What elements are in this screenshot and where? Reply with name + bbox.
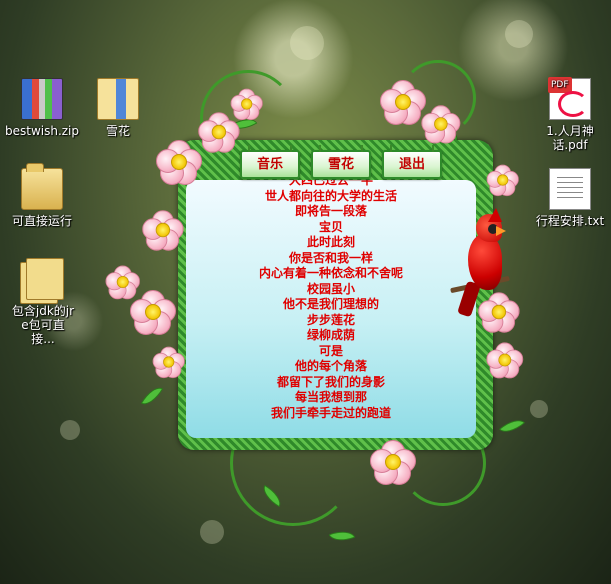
- background-light: [530, 400, 548, 418]
- pdf-file-icon: [548, 77, 591, 120]
- snow-button[interactable]: 雪花: [311, 145, 371, 179]
- pink-flower: [486, 164, 519, 197]
- zip-archive-icon: [21, 78, 63, 120]
- pink-flower: [421, 105, 461, 144]
- poem-line: 我们手牵手走过的跑道: [270, 405, 391, 420]
- poem-line: 世人都向往的大学的生活: [264, 188, 397, 203]
- exit-button[interactable]: 退出: [382, 145, 442, 179]
- background-light: [290, 26, 324, 60]
- desktop-icon-jdk-folder[interactable]: 包含jdk的jre包可直接...: [0, 258, 86, 346]
- poem-line: 此时此刻: [306, 235, 355, 249]
- desktop-icon-label: 行程安排.txt: [535, 214, 605, 228]
- pink-flower: [380, 80, 426, 125]
- desktop-icon-label: bestwish.zip: [4, 124, 80, 138]
- poem-line: 绿柳成荫: [306, 328, 355, 342]
- leaf-decoration: [498, 413, 526, 439]
- pink-flower: [105, 265, 140, 300]
- pink-flower: [142, 210, 184, 251]
- folder-icon: [21, 163, 63, 210]
- desktop-icon-label: 1.人月神话.pdf: [546, 124, 594, 152]
- desktop-icon-bestwish-zip[interactable]: bestwish.zip: [0, 78, 84, 138]
- poem-line: 宝贝: [318, 219, 343, 234]
- desktop-icon-pdf[interactable]: 1.人月神话.pdf: [528, 77, 611, 152]
- poem-line: 都留下了我们的身影: [276, 374, 385, 389]
- leaf-decoration: [328, 526, 356, 546]
- pink-flower: [156, 140, 202, 185]
- poem-line: 内心有着一种依念和不舍呢: [258, 266, 403, 280]
- poem-line: 你是否和我一样: [288, 250, 373, 265]
- folder-icon: [97, 78, 139, 120]
- poem-line: 步步莲花: [306, 312, 355, 327]
- poem-text: 大四已过去一半 世人都向往的大学的生活 即将告一段落 宝贝 此时此刻 你是否和我…: [186, 180, 476, 421]
- desktop-icon-txt[interactable]: 行程安排.txt: [528, 168, 611, 228]
- poem-line: 校园虽小: [306, 281, 355, 296]
- poem-line: 每当我想到那: [294, 390, 367, 404]
- text-file-icon: [549, 168, 591, 210]
- folder-icon: [20, 258, 64, 304]
- pink-flower: [486, 342, 524, 379]
- desktop-icon-label: 包含jdk的jre包可直接...: [11, 304, 75, 346]
- background-light: [60, 420, 80, 440]
- desktop-icon-runnable-folder[interactable]: 可直接运行: [0, 163, 84, 228]
- poem-line: 即将告一段落: [294, 204, 367, 218]
- pink-flower: [152, 346, 185, 379]
- poem-panel: 大四已过去一半 世人都向往的大学的生活 即将告一段落 宝贝 此时此刻 你是否和我…: [186, 180, 476, 438]
- desktop-icon-label: 可直接运行: [11, 214, 72, 228]
- desktop-icon-snow-folder[interactable]: 雪花: [76, 78, 160, 138]
- music-button[interactable]: 音乐: [240, 145, 300, 179]
- poem-line: 大四已过去一半: [288, 180, 373, 187]
- background-light: [200, 520, 224, 544]
- leaf-decoration: [140, 382, 164, 410]
- background-light: [505, 20, 533, 48]
- poem-line: 他不是我们理想的: [282, 297, 379, 311]
- poem-line: 可是: [318, 343, 343, 358]
- cardinal-bird: [457, 208, 510, 318]
- pink-flower: [230, 88, 263, 121]
- desktop-icon-label: 雪花: [105, 124, 130, 138]
- pink-flower: [370, 440, 416, 485]
- poem-line: 他的每个角落: [294, 359, 367, 373]
